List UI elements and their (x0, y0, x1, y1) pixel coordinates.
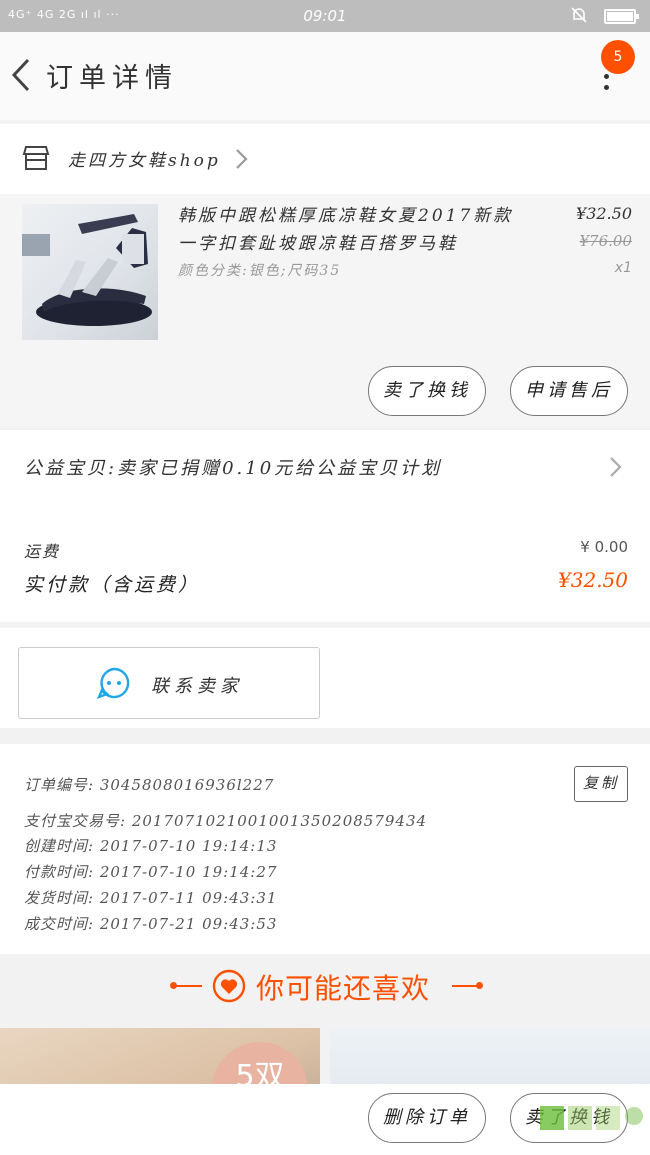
shop-name: 走四方女鞋shop (68, 151, 221, 171)
app-header: 订单详情 5 (0, 32, 650, 120)
divider-dot (476, 982, 483, 989)
product-spec: 颜色分类:银色;尺码35 (178, 263, 342, 279)
heart-icon (212, 969, 246, 1003)
order-info: 订单编号: 3045808016936l227 复制 支付宝交易号: 20170… (0, 744, 650, 954)
completed-time: 成交时间: 2017-07-21 09:43:53 (24, 915, 278, 933)
charity-text: 公益宝贝:卖家已捐赠0.10元给公益宝贝计划 (24, 458, 443, 479)
status-bar: 4G⁺ 4G 2G ıl ıl ··· 09:01 (0, 0, 650, 32)
original-price: ¥76.00 (579, 232, 633, 250)
watermark-logo (540, 1106, 643, 1130)
shipped-time: 发货时间: 2017-07-11 09:43:31 (24, 889, 278, 907)
product-name[interactable]: 韩版中跟松糕厚底凉鞋女夏2017新款一字扣套趾坡跟凉鞋百搭罗马鞋 (178, 202, 528, 258)
recommend-cards: 5双 (0, 1018, 650, 1084)
battery-icon (604, 9, 639, 24)
shipping-value: ¥ 0.00 (580, 538, 628, 556)
product-price: ¥32.50 (576, 204, 632, 223)
order-totals: 运费 ¥ 0.00 实付款（含运费） ¥32.50 (0, 504, 650, 622)
divider-line (176, 985, 202, 987)
after-sales-button[interactable]: 申请售后 (510, 366, 628, 416)
product-thumbnail[interactable] (22, 204, 158, 340)
recommend-card[interactable] (330, 1028, 650, 1084)
message-badge[interactable]: 5 (601, 40, 635, 74)
contact-section: 联系卖家 (0, 628, 650, 728)
divider-line (452, 985, 478, 987)
store-icon (22, 146, 50, 170)
clock: 09:01 (303, 7, 347, 25)
copy-button[interactable]: 复制 (574, 766, 628, 802)
paid-label: 实付款（含运费） (24, 574, 201, 596)
product-quantity: x1 (614, 260, 632, 276)
shipping-label: 运费 (24, 542, 61, 561)
delete-order-button[interactable]: 删除订单 (368, 1093, 486, 1143)
chevron-right-icon (610, 457, 622, 477)
page-title: 订单详情 (46, 63, 178, 94)
bottom-action-bar: 删除订单 卖了换钱 (0, 1084, 650, 1155)
paid-value: ¥32.50 (558, 568, 628, 592)
chevron-left-icon[interactable] (6, 54, 36, 96)
order-item[interactable]: 韩版中跟松糕厚底凉鞋女夏2017新款一字扣套趾坡跟凉鞋百搭罗马鞋 颜色分类:银色… (0, 194, 650, 426)
order-number: 订单编号: 3045808016936l227 (24, 776, 275, 794)
chat-face-icon (97, 667, 130, 700)
more-vertical-icon[interactable] (596, 74, 616, 94)
charity-row[interactable]: 公益宝贝:卖家已捐赠0.10元给公益宝贝计划 (0, 430, 650, 504)
alipay-trade-number: 支付宝交易号: 2017071021001001350208579434 (24, 812, 428, 830)
mute-bell-icon (571, 7, 587, 23)
paid-time: 付款时间: 2017-07-10 19:14:27 (24, 863, 278, 881)
recommend-title: 你可能还喜欢 (256, 972, 431, 1005)
sell-for-cash-button[interactable]: 卖了换钱 (368, 366, 486, 416)
chevron-right-icon (236, 149, 248, 169)
shop-row[interactable]: 走四方女鞋shop (0, 124, 650, 194)
recommend-header: 你可能还喜欢 (0, 954, 650, 1018)
contact-seller-button[interactable]: 联系卖家 (18, 647, 320, 719)
recommend-card[interactable]: 5双 (0, 1028, 320, 1084)
card-tag: 5双 (212, 1042, 308, 1084)
contact-seller-label: 联系卖家 (151, 676, 243, 697)
created-time: 创建时间: 2017-07-10 19:14:13 (24, 837, 278, 855)
